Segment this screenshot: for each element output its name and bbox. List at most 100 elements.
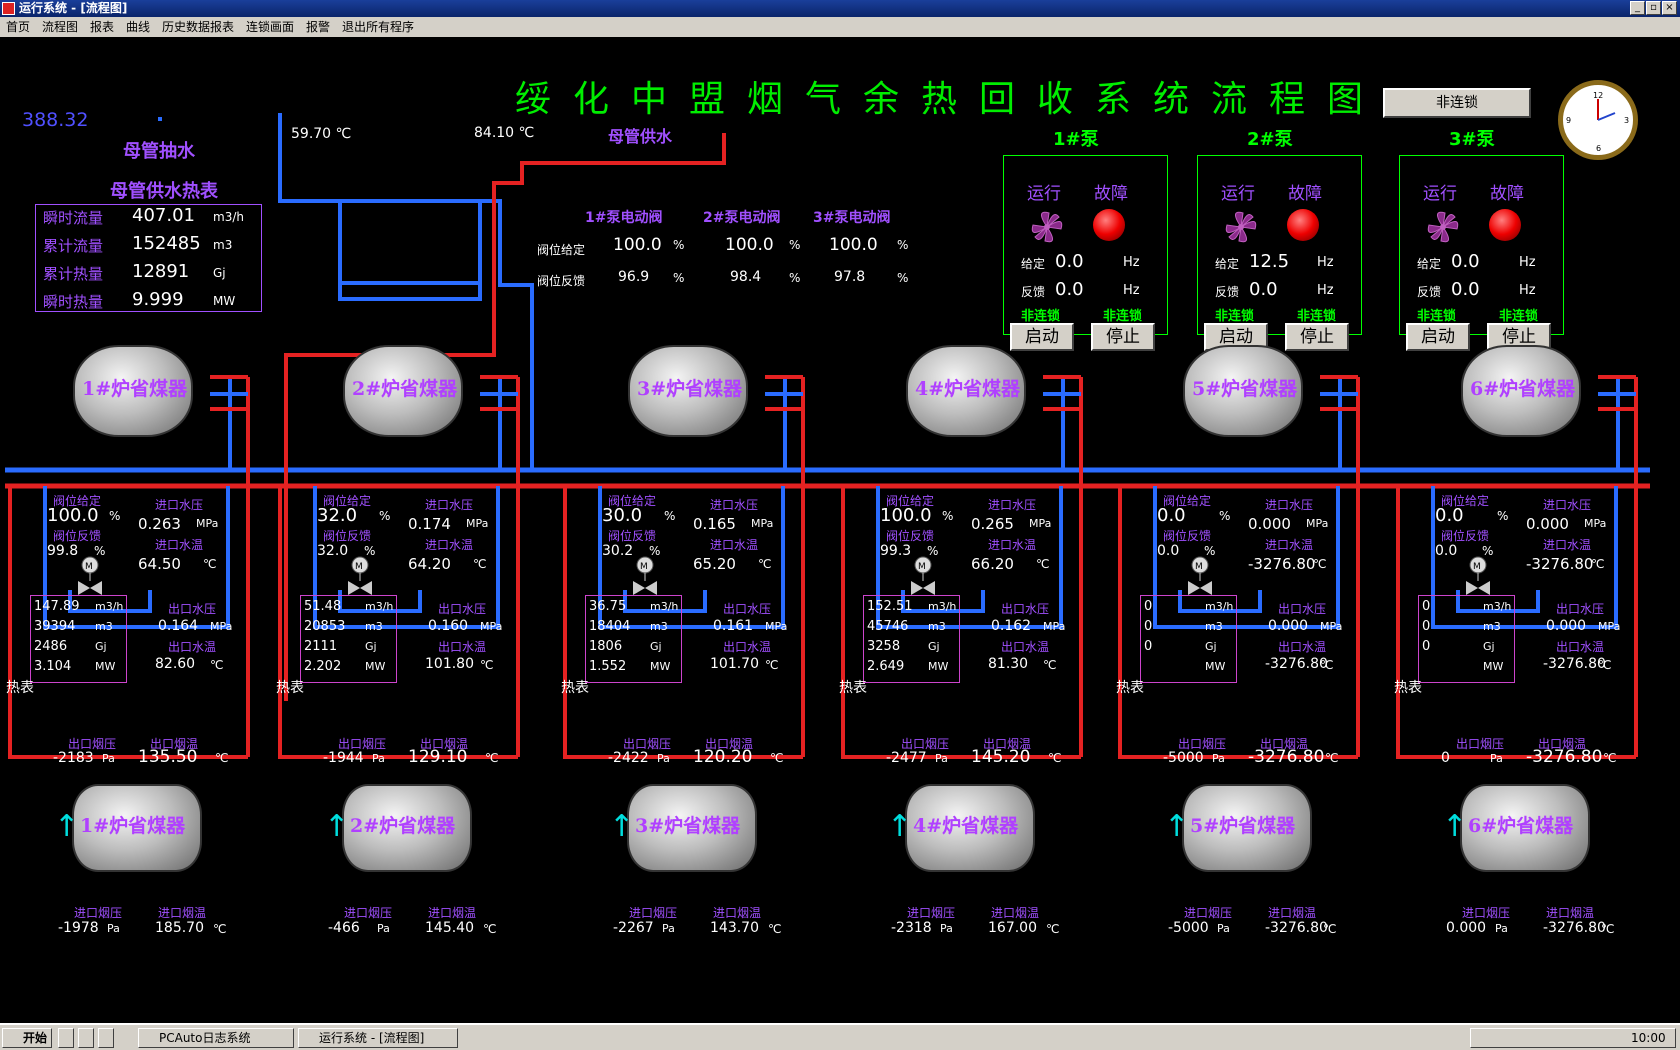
meter-row-label: 累计流量	[43, 237, 104, 255]
inlet-temp-label: 进口水温	[155, 538, 204, 552]
close-icon[interactable]: ×	[1662, 1, 1677, 15]
outlet-temp-label: 出口水温	[438, 640, 487, 654]
valve-fb-unit: %	[673, 271, 685, 285]
menu-curve[interactable]: 曲线	[126, 17, 150, 37]
outlet-temp-label: 出口水温	[723, 640, 772, 654]
flue-in-pressure-value: -2267	[613, 920, 654, 936]
motor-valve-icon[interactable]: M	[75, 555, 105, 595]
flue-out-pressure-value: -1944	[323, 750, 364, 766]
start-button[interactable]: 开始	[2, 1028, 52, 1048]
motor-valve-icon[interactable]: M	[1185, 555, 1215, 595]
meter-unit: m3	[1205, 620, 1223, 633]
valve-fb-unit: %	[789, 271, 801, 285]
meter-unit: m3/h	[1483, 600, 1512, 613]
valve-fb-label: 阀位反馈	[537, 274, 586, 288]
menu-bar: 首页 流程图 报表 曲线 历史数据报表 连锁画面 报警 退出所有程序	[0, 17, 1680, 37]
meter-row-label: 瞬时流量	[43, 209, 104, 227]
menu-exit-all[interactable]: 退出所有程序	[342, 17, 414, 37]
pump-stop-button[interactable]: 停止	[1091, 323, 1155, 351]
total-readout: 388.32	[22, 109, 89, 131]
meter-value: 45746	[867, 619, 909, 634]
flue-in-pressure-unit: Pa	[377, 922, 390, 935]
outlet-pressure-label: 出口水压	[723, 602, 772, 616]
valve-set-value: 100.0	[829, 235, 878, 255]
valve-set-value: 100.0	[880, 505, 932, 526]
valve-set-value: 100.0	[613, 235, 662, 255]
valve-header: 3#泵电动阀	[813, 210, 891, 226]
flue-out-temp-value: 135.50	[138, 747, 198, 767]
meter-unit: MW	[1205, 660, 1226, 673]
interlock-mode-button[interactable]: 非连锁	[1383, 88, 1531, 118]
valve-set-label: 阀位给定	[537, 243, 586, 257]
motor-valve-icon[interactable]: M	[1463, 555, 1493, 595]
menu-interlock[interactable]: 连锁画面	[246, 17, 294, 37]
meter-value: 20853	[304, 619, 346, 634]
pump-start-button[interactable]: 启动	[1406, 323, 1470, 351]
inlet-temp-label: 进口水温	[1265, 538, 1314, 552]
menu-home[interactable]: 首页	[6, 17, 30, 37]
meter-value: 147.89	[34, 599, 80, 614]
inlet-pressure-label: 进口水压	[710, 498, 759, 512]
pump-fb-value: 0.0	[1451, 279, 1480, 300]
valve-fb-value: 0.0	[1435, 543, 1458, 559]
pump-run-label: 运行	[1027, 184, 1061, 204]
flue-in-temp-unit: ℃	[483, 922, 497, 936]
valve-fb-value: 30.2	[602, 543, 634, 559]
menu-report[interactable]: 报表	[90, 17, 114, 37]
meter-unit: MW	[650, 660, 671, 673]
flue-out-pressure-unit: Pa	[1212, 752, 1225, 765]
inlet-temp-value: 66.20	[971, 555, 1014, 573]
inlet-pressure-unit: MPa	[1584, 517, 1607, 530]
valve-set-value: 100.0	[47, 505, 99, 526]
pump-fb-label: 反馈	[1215, 285, 1240, 299]
inlet-temp-label: 进口水温	[710, 538, 759, 552]
meter-value: 18404	[589, 619, 631, 634]
flow-up-arrow-icon: ↑	[1164, 809, 1190, 844]
app-icon	[2, 2, 15, 15]
flue-in-temp-value: 185.70	[155, 920, 204, 936]
flue-in-temp-label: 进口烟温	[158, 906, 207, 920]
economizer-bottom-name: 4#炉省煤器	[913, 815, 1019, 837]
outlet-temp-label: 出口水温	[1556, 640, 1605, 654]
svg-text:6: 6	[1596, 144, 1601, 153]
valve-set-value: 100.0	[725, 235, 774, 255]
motor-valve-icon[interactable]: M	[908, 555, 938, 595]
menu-alarm[interactable]: 报警	[306, 17, 330, 37]
menu-history-report[interactable]: 历史数据报表	[162, 17, 234, 37]
pump-hz-unit: Hz	[1519, 255, 1536, 270]
motor-valve-icon[interactable]: M	[345, 555, 375, 595]
taskbar-item-pcauto-log[interactable]: PCAuto日志系统	[138, 1028, 294, 1048]
restore-icon[interactable]: ▫	[1646, 1, 1661, 15]
inlet-pressure-unit: MPa	[1306, 517, 1329, 530]
svg-text:3: 3	[1624, 116, 1629, 125]
outlet-pressure-label: 出口水压	[168, 602, 217, 616]
pump-set-label: 给定	[1021, 257, 1046, 271]
pump-stop-button[interactable]: 停止	[1285, 323, 1349, 351]
meter-row-unit: m3/h	[213, 210, 244, 224]
explorer-icon[interactable]	[78, 1028, 94, 1048]
valve-header: 2#泵电动阀	[703, 210, 781, 226]
minimize-icon[interactable]: _	[1630, 1, 1645, 15]
outlet-pressure-unit: MPa	[1598, 620, 1621, 633]
flue-in-pressure-label: 进口烟压	[1184, 906, 1233, 920]
desktop-icon[interactable]	[98, 1028, 114, 1048]
motor-valve-icon[interactable]: M	[630, 555, 660, 595]
flue-in-temp-label: 进口烟温	[428, 906, 477, 920]
outlet-temp-value: 81.30	[988, 656, 1029, 672]
meter-unit: m3	[95, 620, 113, 633]
supply-temp: 84.10 ℃	[474, 125, 535, 141]
taskbar-item-runtime[interactable]: 运行系统 - [流程图]	[298, 1028, 458, 1048]
valve-set-unit: %	[379, 509, 391, 523]
flue-in-pressure-unit: Pa	[940, 922, 953, 935]
flue-in-temp-label: 进口烟温	[713, 906, 762, 920]
meter-value: 0	[1422, 639, 1431, 654]
flue-in-pressure-value: -5000	[1168, 920, 1209, 936]
outlet-temp-label: 出口水温	[1278, 640, 1327, 654]
ie-icon[interactable]	[58, 1028, 74, 1048]
outlet-temp-value: 101.70	[710, 656, 759, 672]
inlet-pressure-label: 进口水压	[425, 498, 474, 512]
pump-hz-unit: Hz	[1317, 255, 1334, 270]
pump-start-button[interactable]: 启动	[1010, 323, 1074, 351]
menu-flowchart[interactable]: 流程图	[42, 17, 78, 37]
valve-set-unit: %	[789, 238, 801, 252]
